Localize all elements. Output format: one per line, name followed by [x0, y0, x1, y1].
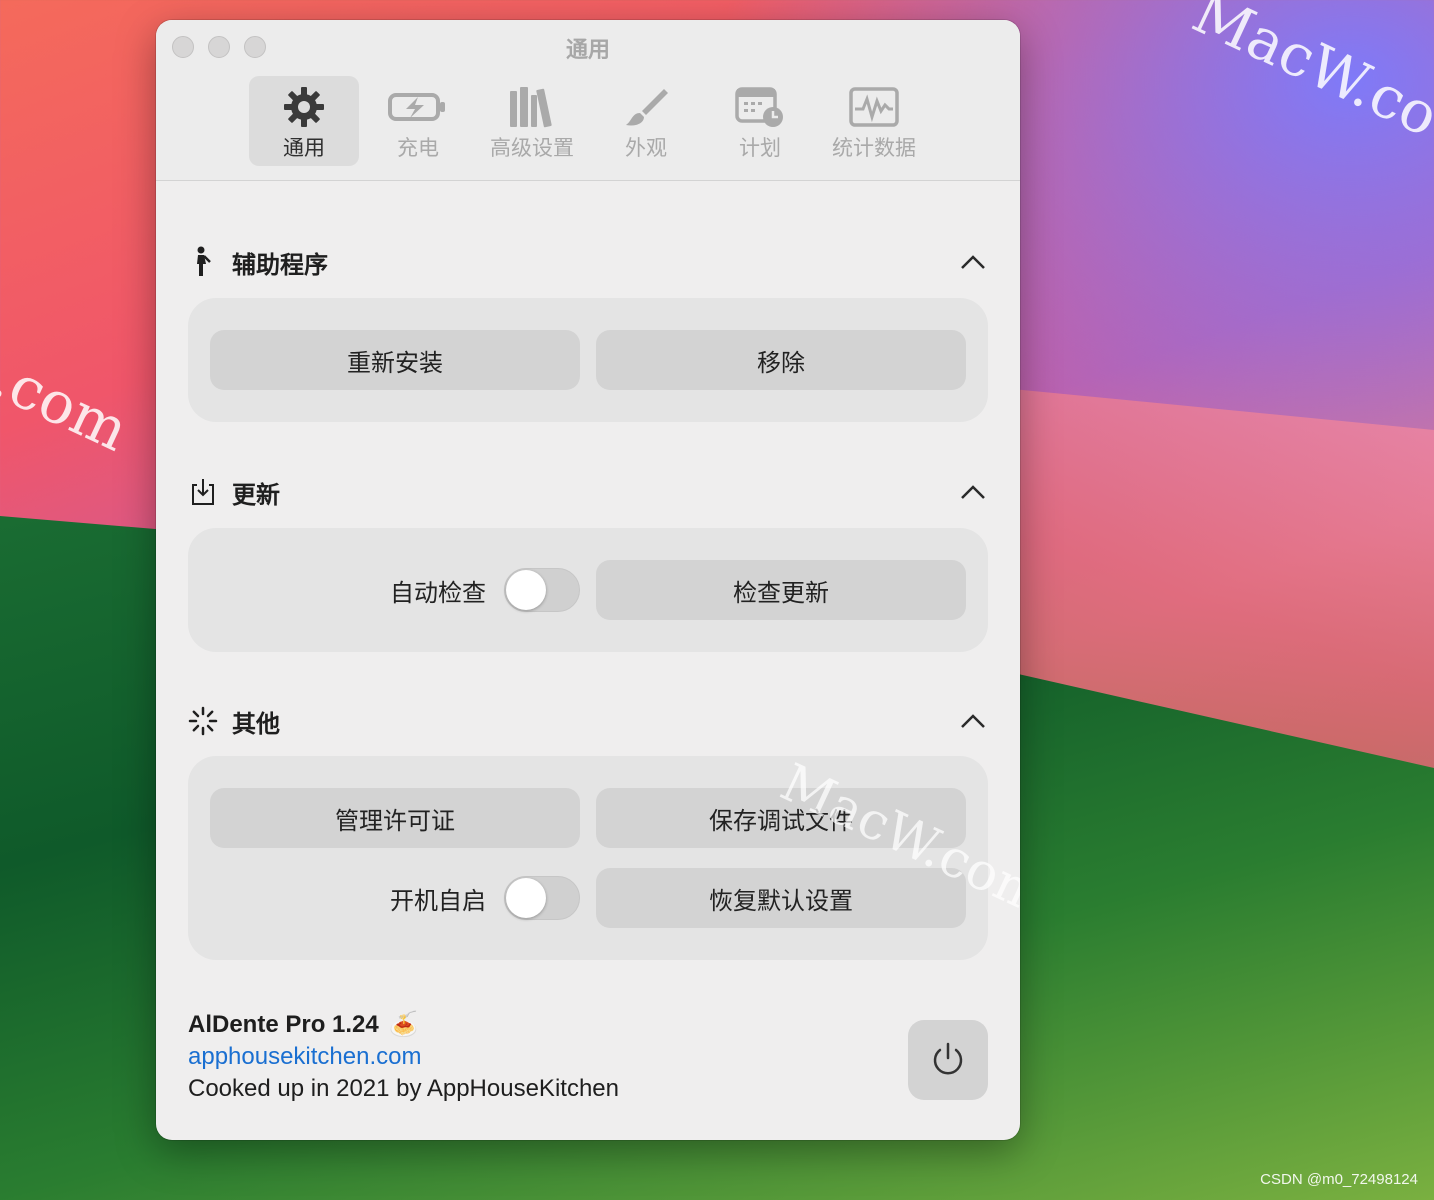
tab-schedule[interactable]: 计划 [705, 76, 815, 166]
section-helper-panel: 重新安装 移除 [188, 298, 988, 422]
spinner-icon [188, 706, 218, 736]
download-tray-icon [188, 477, 218, 507]
reinstall-button[interactable]: 重新安装 [210, 330, 580, 390]
toolbar: 通用 充电 高级设置 外观 计划 统计数据 [249, 76, 929, 166]
quit-button[interactable] [908, 1020, 988, 1100]
section-update-panel: 自动检查 检查更新 [188, 528, 988, 652]
remove-button[interactable]: 移除 [596, 330, 966, 390]
toggle-knob [506, 570, 546, 610]
battery-charging-icon [388, 84, 448, 130]
section-helper-title: 辅助程序 [232, 250, 328, 279]
tab-appearance-label: 外观 [625, 136, 667, 160]
titlebar: 通用 通用 充电 高级设置 外观 计划 统计数据 [156, 20, 1020, 181]
tab-general-label: 通用 [283, 136, 325, 160]
figure-walk-icon [188, 246, 218, 278]
power-icon [933, 1042, 963, 1075]
watermark-top-right: MacW.co [1182, 0, 1434, 151]
check-update-button[interactable]: 检查更新 [596, 560, 966, 620]
manage-license-button[interactable]: 管理许可证 [210, 788, 580, 848]
section-other-title: 其他 [232, 709, 280, 738]
page-credit: CSDN @m0_72498124 [1260, 1171, 1418, 1188]
paintbrush-icon [622, 84, 670, 130]
auto-check-label: 自动检查 [390, 578, 486, 607]
toggle-knob [506, 878, 546, 918]
preferences-window: 通用 通用 充电 高级设置 外观 计划 统计数据 辅助程序 重新安装 移除 更新… [156, 20, 1020, 1140]
window-title: 通用 [565, 38, 610, 63]
chevron-up-icon[interactable] [958, 706, 988, 736]
chevron-up-icon[interactable] [958, 477, 988, 507]
app-name: AlDente Pro 1.24 [188, 1010, 379, 1038]
auto-check-row: 自动检查 [210, 560, 580, 620]
section-update-title: 更新 [232, 480, 280, 509]
app-name-row: AlDente Pro 1.24 🍝 [188, 1010, 619, 1039]
chevron-up-icon[interactable] [958, 247, 988, 277]
launch-at-login-label: 开机自启 [390, 886, 486, 915]
tab-statistics-label: 统计数据 [832, 136, 916, 160]
tab-appearance[interactable]: 外观 [591, 76, 701, 166]
tab-general[interactable]: 通用 [249, 76, 359, 166]
calendar-clock-icon [735, 84, 785, 130]
tab-charging[interactable]: 充电 [363, 76, 473, 166]
tab-charging-label: 充电 [397, 136, 439, 160]
tab-statistics[interactable]: 统计数据 [819, 76, 929, 166]
section-other-header[interactable]: 其他 [188, 701, 988, 741]
launch-at-login-toggle[interactable] [504, 876, 580, 920]
website-link[interactable]: apphousekitchen.com [188, 1043, 619, 1071]
tab-advanced-label: 高级设置 [490, 136, 574, 160]
credit-text: Cooked up in 2021 by AppHouseKitchen [188, 1075, 619, 1102]
launch-at-login-row: 开机自启 [210, 868, 580, 928]
pasta-emoji-icon: 🍝 [388, 1011, 419, 1038]
auto-check-toggle[interactable] [504, 568, 580, 612]
tab-schedule-label: 计划 [739, 136, 781, 160]
restore-defaults-button[interactable]: 恢复默认设置 [596, 868, 966, 928]
section-update-header[interactable]: 更新 [188, 472, 988, 512]
gear-icon [282, 84, 326, 130]
app-info: AlDente Pro 1.24 🍝 apphousekitchen.com C… [188, 1010, 619, 1103]
tab-advanced[interactable]: 高级设置 [477, 76, 587, 166]
books-icon [508, 84, 556, 130]
watermark-left: .com [0, 343, 139, 465]
section-helper-header[interactable]: 辅助程序 [188, 242, 988, 282]
waveform-icon [849, 84, 899, 130]
